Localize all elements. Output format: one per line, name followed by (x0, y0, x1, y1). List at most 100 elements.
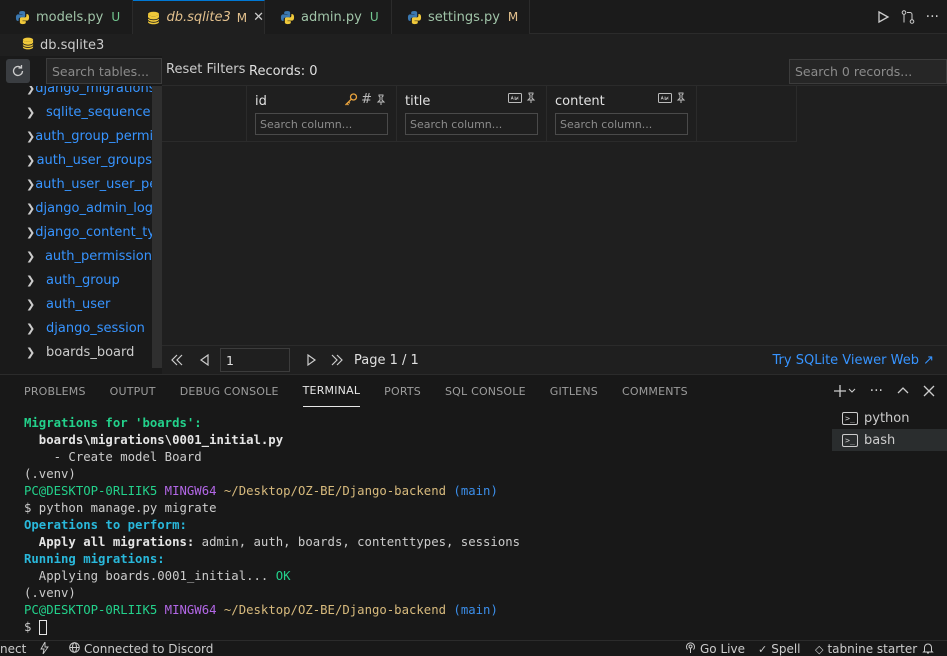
chevron-right-icon: ❯ (26, 345, 36, 359)
status-spell[interactable]: ✓ Spell (758, 642, 801, 656)
table-item[interactable]: ❯ django_admin_log (0, 196, 152, 220)
try-sqlite-viewer-web-link[interactable]: Try SQLite Viewer Web ↗ (773, 353, 934, 368)
python-icon (14, 9, 30, 25)
run-icon[interactable] (876, 10, 890, 24)
terminal-line: $ python manage.py migrate (24, 501, 217, 515)
tab-gitlens[interactable]: GITLENS (550, 375, 598, 407)
new-terminal-icon[interactable] (833, 384, 856, 398)
column-name: id (255, 93, 267, 109)
panel-actions: ··· (833, 375, 935, 407)
table-item-selected[interactable]: ❯ boards_board (0, 340, 152, 364)
sqlite-viewer: ❯django_migrations ❯sqlite_sequence ❯aut… (0, 56, 947, 374)
terminal-line: Migrations for 'boards': (24, 416, 202, 430)
status-remote[interactable]: nect (0, 642, 26, 656)
terminal-item-python[interactable]: >_ python (832, 407, 947, 429)
column-name: title (405, 93, 431, 109)
tab-comments[interactable]: COMMENTS (622, 375, 688, 407)
column-search-input[interactable] (555, 113, 688, 135)
tab-problems[interactable]: PROBLEMS (24, 375, 86, 407)
tab-db-sqlite3[interactable]: db.sqlite3 M ✕ (133, 0, 265, 34)
breadcrumb-file[interactable]: db.sqlite3 (40, 38, 104, 53)
tab-output[interactable]: OUTPUT (110, 375, 156, 407)
text-type-icon (658, 93, 672, 103)
text-type-icon (508, 93, 522, 103)
terminal-output[interactable]: Migrations for 'boards': boards\migratio… (24, 415, 824, 636)
table-item[interactable]: ❯ auth_user (0, 292, 152, 316)
panel-tabs: PROBLEMS OUTPUT DEBUG CONSOLE TERMINAL P… (24, 375, 688, 407)
tab-settings-py[interactable]: settings.py M (392, 0, 530, 34)
tab-terminal[interactable]: TERMINAL (302, 375, 361, 407)
maximize-panel-icon[interactable] (897, 385, 909, 397)
table-sidebar: ❯django_migrations ❯sqlite_sequence ❯aut… (0, 56, 162, 374)
git-status-badge: U (111, 10, 121, 24)
database-icon (22, 37, 34, 54)
table-item[interactable]: ❯auth_group_permissions (0, 124, 152, 148)
terminal-line: Apply all migrations: admin, auth, board… (24, 535, 521, 549)
column-search-input[interactable] (255, 113, 388, 135)
python-icon (406, 9, 422, 25)
terminal-input-line[interactable]: $ (24, 619, 824, 636)
status-go-live[interactable]: Go Live (685, 642, 745, 656)
compare-changes-icon[interactable] (900, 9, 916, 25)
last-page-icon[interactable] (330, 353, 344, 367)
editor-actions: ··· (876, 0, 947, 34)
tab-sql-console[interactable]: SQL CONSOLE (445, 375, 526, 407)
pin-icon[interactable] (675, 92, 687, 104)
chevron-right-icon: ❯ (26, 297, 36, 311)
tabnine-icon: ◇ (815, 642, 824, 656)
terminal-item-bash[interactable]: >_ bash (832, 429, 947, 451)
table-item[interactable]: ❯ django_migrations (0, 86, 152, 100)
column-name: content (555, 93, 605, 109)
chevron-right-icon: ❯ (26, 249, 36, 263)
page-number-input[interactable] (220, 348, 290, 372)
hash-icon: # (361, 92, 372, 107)
records-search-input[interactable] (789, 59, 947, 84)
prev-page-icon[interactable] (198, 353, 210, 367)
editor-tab-bar: models.py U db.sqlite3 M ✕ admin.py U se… (0, 0, 947, 34)
tab-models-py[interactable]: models.py U (0, 0, 133, 34)
terminal-cursor (38, 620, 47, 635)
table-item[interactable]: ❯ auth_permission (0, 244, 152, 268)
table-item[interactable]: ❯ auth_group (0, 268, 152, 292)
terminal-icon: >_ (842, 411, 858, 425)
pin-icon[interactable] (375, 94, 387, 106)
tab-admin-py[interactable]: admin.py U (265, 0, 392, 34)
refresh-button[interactable] (6, 59, 30, 83)
table-search-input[interactable] (46, 58, 162, 84)
reset-filters-button[interactable]: Reset Filters (166, 62, 245, 77)
close-icon[interactable]: ✕ (253, 10, 264, 25)
tab-label: db.sqlite3 (166, 10, 231, 25)
data-grid-header: id # title (162, 86, 797, 142)
table-item[interactable]: ❯ auth_user_groups (0, 148, 152, 172)
column-filler (696, 86, 797, 142)
tab-ports[interactable]: PORTS (384, 375, 421, 407)
terminal-line: boards\migrations\0001_initial.py (24, 433, 284, 447)
lightning-icon[interactable] (40, 642, 49, 654)
table-item[interactable]: ❯ django_session (0, 316, 152, 340)
first-page-icon[interactable] (170, 353, 184, 367)
chevron-right-icon: ❯ (26, 177, 36, 191)
tab-label: admin.py (301, 9, 362, 25)
more-icon[interactable]: ··· (870, 383, 883, 399)
close-icon[interactable] (923, 385, 935, 397)
database-icon (147, 10, 160, 26)
status-tabnine[interactable]: ◇ tabnine starter (815, 642, 917, 656)
sidebar-scrollbar[interactable] (152, 86, 162, 368)
more-actions-icon[interactable]: ··· (926, 9, 939, 25)
next-page-icon[interactable] (306, 353, 318, 367)
terminal-line: Operations to perform: (24, 518, 187, 532)
tab-debug-console[interactable]: DEBUG CONSOLE (180, 375, 279, 407)
table-item[interactable]: ❯auth_user_user_permissions (0, 172, 152, 196)
column-title: title (396, 86, 546, 142)
git-status-badge: M (236, 10, 248, 25)
column-search-input[interactable] (405, 113, 538, 135)
table-item[interactable]: ❯ sqlite_sequence (0, 100, 152, 124)
status-discord[interactable]: Connected to Discord (69, 642, 213, 656)
notifications-icon[interactable] (922, 642, 934, 654)
pin-icon[interactable] (525, 92, 537, 104)
check-icon: ✓ (758, 642, 768, 656)
broadcast-icon (685, 642, 696, 656)
page-info: Page 1 / 1 (354, 352, 419, 368)
table-item[interactable]: ❯django_content_type (0, 220, 152, 244)
python-icon (279, 9, 295, 25)
